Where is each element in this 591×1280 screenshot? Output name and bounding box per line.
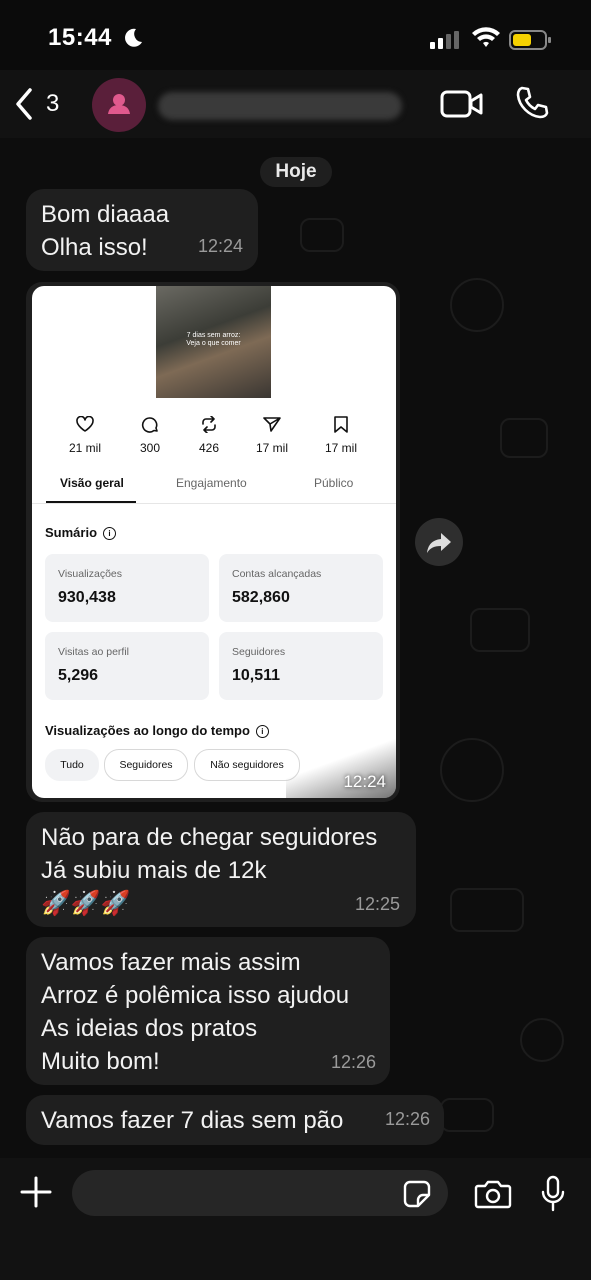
wallpaper-doodle xyxy=(500,418,548,458)
tab-audience: Público xyxy=(314,476,354,490)
message-text: Bom diaaaa Olha isso! xyxy=(41,201,170,261)
video-call-icon[interactable] xyxy=(440,88,484,120)
stat-value: 300 xyxy=(139,441,161,455)
message-bubble[interactable]: Não para de chegar seguidores Já subiu m… xyxy=(26,812,416,927)
forward-arrow-icon xyxy=(427,533,451,553)
avatar[interactable] xyxy=(92,78,146,132)
wifi-icon xyxy=(472,27,500,47)
plus-icon[interactable] xyxy=(18,1174,54,1210)
microphone-icon[interactable] xyxy=(540,1175,566,1213)
metric-label: Seguidores xyxy=(232,646,286,658)
stat-comments: 300 xyxy=(120,416,180,455)
metric-value: 582,860 xyxy=(232,589,290,606)
stat-value: 21 mil xyxy=(68,441,101,455)
message-time: 12:24 xyxy=(197,236,243,256)
camera-icon[interactable] xyxy=(474,1178,512,1210)
bookmark-icon xyxy=(334,416,348,433)
message-time: 12:25 xyxy=(354,894,400,914)
stat-value: 426 xyxy=(198,441,220,455)
info-icon: i xyxy=(255,725,269,738)
message-bubble[interactable]: Bom diaaaa Olha isso! 12:24 xyxy=(26,189,258,271)
comment-icon xyxy=(141,417,158,433)
wallpaper-doodle xyxy=(450,888,524,932)
message-text: Vamos fazer 7 dias sem pão xyxy=(41,1107,344,1134)
metric-value: 5,296 xyxy=(58,667,99,684)
image-message[interactable]: 7 dias sem arroz: Veja o que comer 21 mi… xyxy=(32,286,396,798)
tab-engagement: Engajamento xyxy=(176,476,247,490)
battery-icon xyxy=(509,30,551,50)
chart-title: Visualizações ao longo do tempo i xyxy=(45,723,269,738)
unread-count[interactable]: 3 xyxy=(46,90,59,118)
info-icon: i xyxy=(103,527,117,540)
signal-icon xyxy=(430,31,459,49)
forward-button[interactable] xyxy=(415,518,463,566)
message-time: 12:26 xyxy=(384,1109,430,1129)
metric-value: 930,438 xyxy=(58,589,116,606)
message-bubble[interactable]: Vamos fazer mais assim Arroz é polêmica … xyxy=(26,937,390,1085)
metric-card: Contas alcançadas 582,860 xyxy=(219,554,383,622)
stat-saves: 17 mil xyxy=(311,416,371,455)
stat-value: 17 mil xyxy=(324,441,357,455)
divider xyxy=(32,503,396,504)
repost-icon xyxy=(202,416,216,433)
message-bubble[interactable]: Vamos fazer 7 dias sem pão 12:26 xyxy=(26,1095,444,1145)
stat-value: 17 mil xyxy=(255,441,288,455)
wallpaper-doodle xyxy=(470,608,530,652)
video-thumbnail: 7 dias sem arroz: Veja o que comer xyxy=(156,286,271,398)
filter-chip-followers: Seguidores xyxy=(104,749,188,781)
message-text: Não para de chegar seguidores Já subiu m… xyxy=(41,824,378,917)
metric-label: Contas alcançadas xyxy=(232,568,322,580)
contact-name[interactable] xyxy=(158,92,402,120)
share-icon xyxy=(263,417,281,432)
filter-chip-all: Tudo xyxy=(45,749,99,781)
message-time: 12:24 xyxy=(343,772,386,791)
stat-shares: 17 mil xyxy=(242,416,302,455)
sticker-icon[interactable] xyxy=(402,1179,432,1209)
message-time: 12:26 xyxy=(330,1052,376,1072)
stat-reposts: 426 xyxy=(179,416,239,455)
heart-icon xyxy=(76,416,94,432)
stat-likes: 21 mil xyxy=(55,416,115,455)
status-time: 15:44 xyxy=(48,24,112,51)
metric-value: 10,511 xyxy=(232,667,281,684)
phone-call-icon[interactable] xyxy=(514,85,550,121)
wallpaper-doodle xyxy=(450,278,504,332)
message-input[interactable] xyxy=(72,1170,448,1216)
date-label: Hoje xyxy=(260,157,332,187)
summary-title: Sumário i xyxy=(45,525,117,540)
message-text: Vamos fazer mais assim Arroz é polêmica … xyxy=(41,949,350,1075)
person-icon xyxy=(108,94,130,114)
metric-label: Visualizações xyxy=(58,568,123,580)
metric-card: Visualizações 930,438 xyxy=(45,554,209,622)
metric-label: Visitas ao perfil xyxy=(58,646,130,658)
back-chevron-icon[interactable] xyxy=(12,86,36,122)
metric-card: Seguidores 10,511 xyxy=(219,632,383,700)
thumbnail-caption: 7 dias sem arroz: Veja o que comer xyxy=(186,332,241,347)
wallpaper-doodle xyxy=(440,1098,494,1132)
wallpaper-doodle xyxy=(440,738,504,802)
wallpaper-doodle xyxy=(300,218,344,252)
filter-chip-non-followers: Não seguidores xyxy=(194,749,300,781)
wallpaper-doodle xyxy=(520,1018,564,1062)
tab-overview: Visão geral xyxy=(60,476,124,490)
metric-card: Visitas ao perfil 5,296 xyxy=(45,632,209,700)
moon-icon xyxy=(125,28,142,47)
